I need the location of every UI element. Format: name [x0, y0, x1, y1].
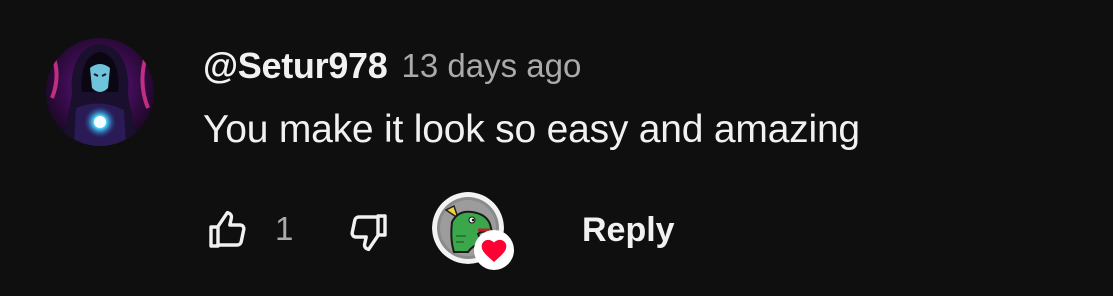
- reply-button[interactable]: Reply: [570, 204, 687, 256]
- author-name[interactable]: @Setur978: [203, 45, 388, 87]
- like-count: 1: [275, 210, 294, 247]
- dislike-button[interactable]: [340, 204, 396, 260]
- comment-timestamp[interactable]: 13 days ago: [402, 47, 582, 85]
- comment-text: You make it look so easy and amazing: [203, 108, 860, 151]
- comment-header: @Setur978 13 days ago: [203, 42, 581, 90]
- creator-heart-icon: [474, 230, 514, 270]
- comment-thread: @Setur978 13 days ago You make it look s…: [0, 0, 1113, 296]
- comment-action-toolbar: 1 Reply: [200, 190, 800, 270]
- thumbs-up-icon: [209, 210, 246, 248]
- creator-heart[interactable]: [432, 192, 514, 272]
- heart-badge: [474, 230, 514, 270]
- like-button[interactable]: [200, 202, 256, 258]
- author-avatar[interactable]: [46, 38, 154, 146]
- hooded-figure-avatar-icon: [46, 38, 154, 146]
- thumbs-down-icon: [350, 214, 387, 252]
